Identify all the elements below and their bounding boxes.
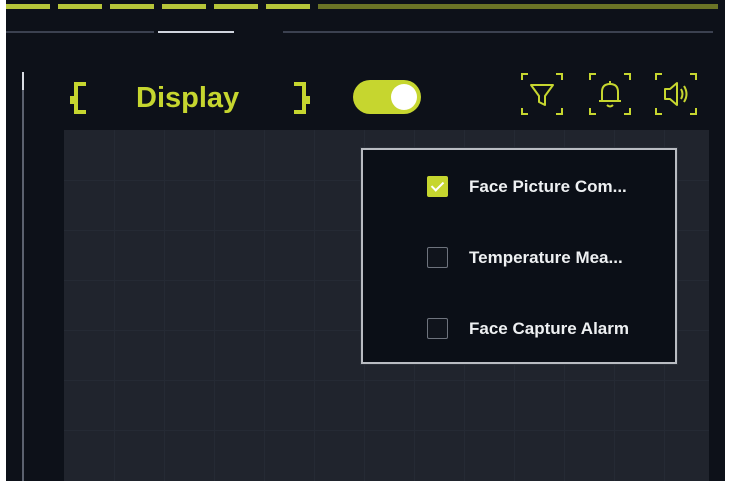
toggle-knob — [391, 84, 417, 110]
grid-line — [164, 130, 165, 481]
checkbox[interactable] — [427, 247, 448, 268]
option-face-picture-comparison[interactable]: Face Picture Com... — [363, 167, 675, 207]
checkbox[interactable] — [427, 318, 448, 339]
checkbox-checked[interactable] — [427, 176, 448, 197]
page-title: Display — [136, 82, 240, 114]
strip-segment — [58, 4, 102, 9]
grid-line — [114, 130, 115, 481]
tab-underline[interactable] — [6, 31, 154, 33]
app-screen: Display Face Picture Com... Temperature … — [6, 0, 725, 481]
right-bracket-decoration — [294, 82, 310, 114]
grid-line — [214, 130, 215, 481]
filter-icon — [521, 73, 563, 115]
strip-segment — [266, 4, 310, 9]
option-temperature-measurement[interactable]: Temperature Mea... — [363, 238, 675, 278]
sound-button[interactable] — [652, 70, 700, 118]
filter-button[interactable] — [518, 70, 566, 118]
strip-segment — [6, 4, 50, 9]
strip-segment — [162, 4, 206, 9]
left-rail — [22, 72, 24, 481]
strip-segment — [214, 4, 258, 9]
grid-line — [314, 130, 315, 481]
tab-underline-active[interactable] — [158, 31, 234, 33]
grid-line — [64, 430, 709, 431]
bracket-nub — [70, 96, 74, 104]
option-label: Face Picture Com... — [469, 177, 627, 196]
top-progress-strip — [6, 0, 725, 12]
filter-dropdown: Face Picture Com... Temperature Mea... F… — [361, 148, 677, 364]
speaker-icon — [655, 73, 697, 115]
display-toggle[interactable] — [353, 80, 421, 114]
option-label: Face Capture Alarm — [469, 319, 629, 338]
grid-line — [264, 130, 265, 481]
option-label: Temperature Mea... — [469, 248, 623, 267]
bell-icon — [589, 73, 631, 115]
strip-segment — [318, 4, 718, 9]
left-bracket-decoration — [70, 82, 86, 114]
bracket-nub — [306, 96, 310, 104]
grid-line — [64, 380, 709, 381]
strip-segment — [110, 4, 154, 9]
display-header: Display — [6, 60, 725, 130]
alarm-button[interactable] — [586, 70, 634, 118]
option-face-capture-alarm[interactable]: Face Capture Alarm — [363, 309, 675, 349]
tab-underline[interactable] — [283, 31, 713, 33]
checkmark-icon — [430, 178, 445, 192]
